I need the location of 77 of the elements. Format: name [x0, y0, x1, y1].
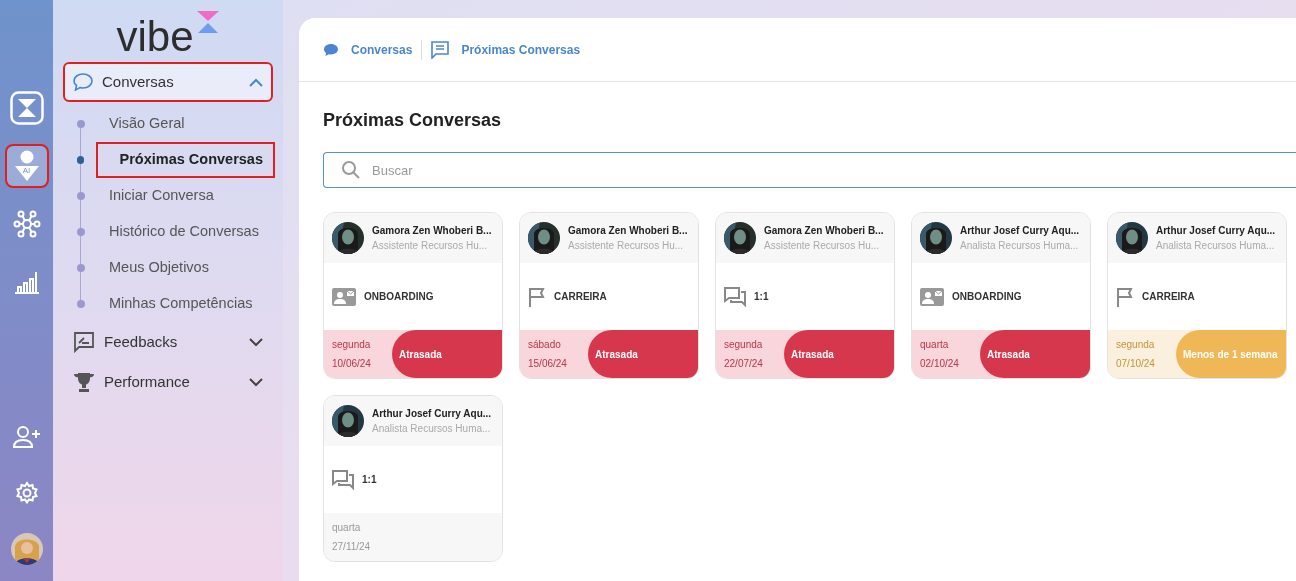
breadcrumb-link[interactable]: Próximas Conversas — [461, 40, 581, 59]
breadcrumb-link[interactable]: Conversas — [351, 40, 413, 59]
search-field[interactable]: Buscar — [323, 152, 1296, 188]
logo-icon[interactable] — [9, 91, 44, 125]
submenu-item[interactable]: Iniciar Conversa — [99, 180, 224, 212]
person-name: Gamora Zen Whoberi B... — [764, 224, 884, 238]
contact-card-icon — [920, 287, 944, 306]
person-role: Assistente Recursos Hu... — [372, 239, 489, 253]
conversation-type: CARREIRA — [1142, 290, 1195, 304]
status-badge: Menos de 1 semana — [1176, 330, 1286, 378]
conversation-card[interactable]: Arthur Josef Curry Aqu... Analista Recursos Huma... CARREIRA segunda 07/10/24 Menos de 1 semana — [1107, 212, 1287, 379]
submenu-item[interactable]: Histórico de Conversas — [99, 216, 269, 248]
status-badge: Atrasada — [980, 330, 1090, 378]
weekday-label: sábado — [528, 338, 562, 352]
chat-icon — [724, 286, 746, 307]
conversation-card[interactable]: Gamora Zen Whoberi B... Assistente Recursos Hu... 1:1 segunda 22/07/24 Atrasada — [715, 212, 895, 379]
settings-icon[interactable] — [14, 481, 39, 505]
person-name: Gamora Zen Whoberi B... — [568, 224, 688, 238]
status-badge: Atrasada — [784, 330, 894, 378]
ai-label: AI — [22, 165, 31, 177]
person-role: Analista Recursos Huma... — [1156, 239, 1276, 253]
conversation-type: CARREIRA — [554, 290, 607, 304]
chat-bubble-icon — [323, 42, 339, 57]
person-icon[interactable] — [12, 149, 41, 183]
conversation-card[interactable]: Gamora Zen Whoberi B... Assistente Recursos Hu... ONBOARDING segunda 10/06/24 Atrasada — [323, 212, 503, 379]
conversation-type: 1:1 — [754, 290, 769, 304]
network-icon[interactable] — [11, 209, 42, 239]
menu-item[interactable]: Conversas — [63, 62, 273, 102]
status-badge: Atrasada — [588, 330, 698, 378]
chevron-down-icon — [249, 337, 263, 347]
menu-item[interactable]: Feedbacks — [63, 322, 273, 362]
person-role: Assistente Recursos Hu... — [568, 239, 685, 253]
submenu-item[interactable]: Visão Geral — [99, 108, 195, 140]
weekday-label: segunda — [1116, 338, 1156, 352]
flag-icon — [528, 286, 546, 307]
person-role: Analista Recursos Huma... — [960, 239, 1080, 253]
person-name: Arthur Josef Curry Aqu... — [960, 224, 1080, 238]
conversation-card[interactable]: Arthur Josef Curry Aqu... Analista Recursos Huma... 1:1 quarta 27/11/24 — [323, 395, 503, 562]
date-label: 22/07/24 — [724, 357, 764, 371]
weekday-label: segunda — [332, 338, 372, 352]
submenu-item[interactable]: Minhas Competências — [99, 288, 263, 320]
person-name: Arthur Josef Curry Aqu... — [1156, 224, 1276, 238]
date-label: 27/11/24 — [332, 540, 372, 554]
message-icon — [431, 40, 450, 59]
date-label: 15/06/24 — [528, 357, 568, 371]
weekday-label: quarta — [920, 338, 950, 352]
conversation-type: 1:1 — [362, 473, 377, 487]
trophy-icon — [73, 371, 95, 393]
chevron-down-icon — [249, 377, 263, 387]
person-role: Assistente Recursos Hu... — [764, 239, 881, 253]
chat-icon — [73, 73, 93, 91]
feedback-icon — [73, 331, 95, 353]
search-icon — [341, 160, 361, 180]
page-title: Próximas Conversas — [322, 109, 503, 132]
submenu-item[interactable]: Meus Objetivos — [99, 252, 219, 284]
menu-item[interactable]: Performance — [63, 362, 273, 402]
date-label: 10/06/24 — [332, 357, 372, 371]
person-name: Gamora Zen Whoberi B... — [372, 224, 492, 238]
chat-icon — [332, 469, 354, 490]
chevron-up-icon — [249, 77, 263, 87]
date-label: 07/10/24 — [1116, 357, 1156, 371]
contact-card-icon — [332, 287, 356, 306]
date-label: 02/10/24 — [920, 357, 960, 371]
conversation-type: ONBOARDING — [364, 290, 434, 304]
conversation-card[interactable]: Gamora Zen Whoberi B... Assistente Recursos Hu... CARREIRA sábado 15/06/24 Atrasada — [519, 212, 699, 379]
flag-icon — [1116, 286, 1134, 307]
weekday-label: segunda — [724, 338, 764, 352]
person-name: Arthur Josef Curry Aqu... — [372, 407, 492, 421]
status-badge: Atrasada — [392, 330, 502, 378]
add-user-icon[interactable] — [12, 426, 41, 448]
weekday-label: quarta — [332, 521, 362, 535]
brand-logo: vibe — [116, 16, 194, 58]
conversation-type: ONBOARDING — [952, 290, 1022, 304]
conversation-card[interactable]: Arthur Josef Curry Aqu... Analista Recursos Huma... ONBOARDING quarta 02/10/24 Atrasada — [911, 212, 1091, 379]
person-role: Analista Recursos Huma... — [372, 422, 492, 436]
bar-chart-icon[interactable] — [13, 270, 40, 294]
submenu-item[interactable]: Próximas Conversas — [97, 144, 273, 176]
